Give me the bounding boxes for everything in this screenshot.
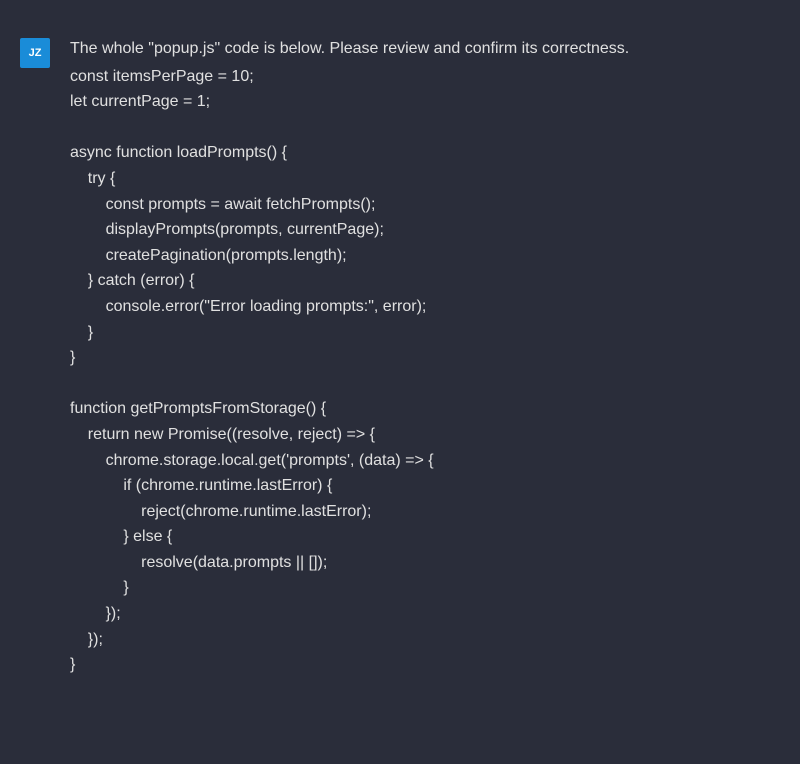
message-content: The whole "popup.js" code is below. Plea…: [70, 36, 780, 678]
code-block: const itemsPerPage = 10; let currentPage…: [70, 64, 780, 678]
message-intro: The whole "popup.js" code is below. Plea…: [70, 36, 780, 62]
user-avatar: JZ: [20, 38, 50, 68]
chat-message-container: JZ The whole "popup.js" code is below. P…: [0, 0, 800, 698]
avatar-initials: JZ: [29, 47, 42, 59]
